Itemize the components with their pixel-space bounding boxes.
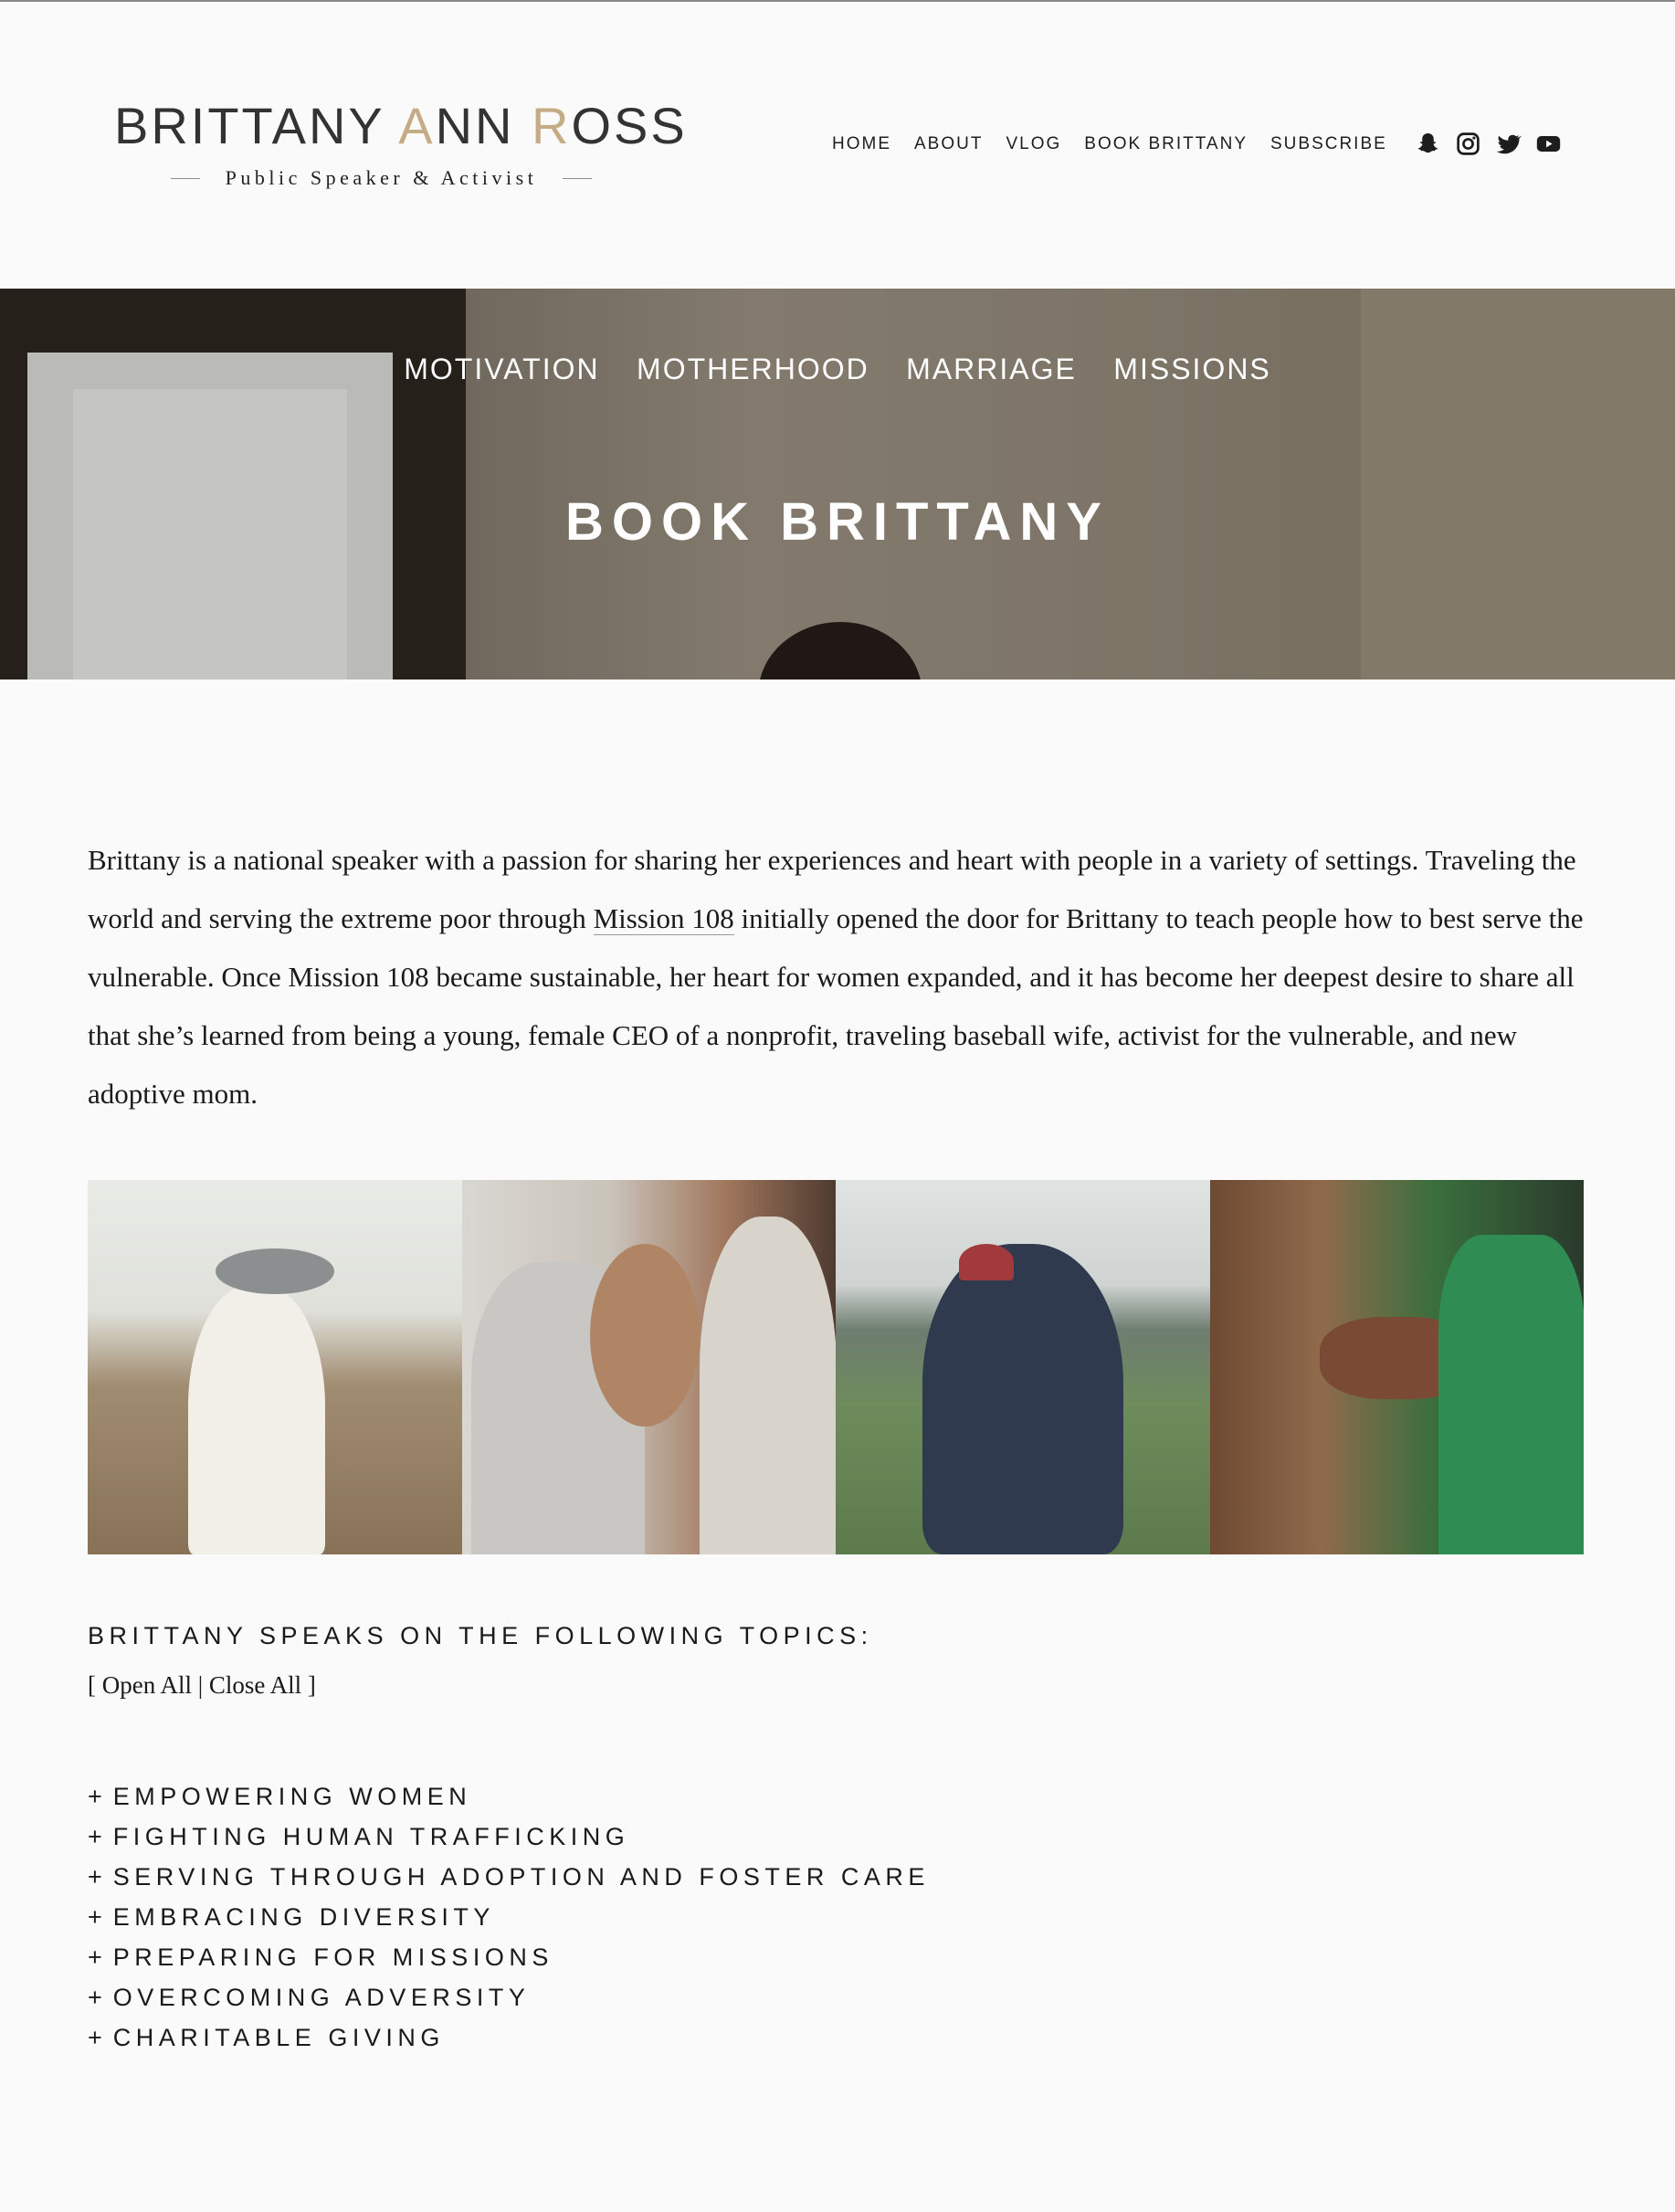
mission-108-link[interactable]: Mission 108 (593, 902, 734, 935)
topic-empowering-women[interactable]: + EMPOWERING WOMEN (88, 1776, 930, 1817)
topic-overcoming-adversity[interactable]: + OVERCOMING ADVERSITY (88, 1977, 930, 2017)
top-border (0, 0, 1675, 2)
hero-overlay (0, 289, 1675, 679)
photo-child (1438, 1235, 1584, 1554)
category-motherhood[interactable]: MOTHERHOOD (637, 353, 869, 385)
hero-banner: MOTIVATION MOTHERHOOD MARRIAGE MISSIONS … (0, 289, 1675, 679)
nav-vlog[interactable]: VLOG (1006, 134, 1061, 154)
photo-hat (216, 1248, 334, 1294)
category-missions[interactable]: MISSIONS (1113, 353, 1270, 385)
gallery-photo-hands-with-child (1209, 1180, 1584, 1554)
gallery-photo-couple-at-ballpark (836, 1180, 1210, 1554)
plus-icon: + (88, 1984, 102, 2011)
category-links: MOTIVATION MOTHERHOOD MARRIAGE MISSIONS (0, 353, 1675, 386)
nav-about[interactable]: ABOUT (914, 134, 983, 154)
topic-embracing-diversity[interactable]: + EMBRACING DIVERSITY (88, 1897, 930, 1937)
page-title: BOOK BRITTANY (564, 492, 1110, 552)
open-all-link[interactable]: Open All (102, 1671, 192, 1699)
plus-icon: + (88, 2024, 102, 2051)
topics-heading: BRITTANY SPEAKS ON THE FOLLOWING TOPICS: (88, 1622, 873, 1649)
topic-fighting-human-trafficking[interactable]: + FIGHTING HUMAN TRAFFICKING (88, 1817, 930, 1857)
plus-icon: + (88, 1863, 102, 1891)
youtube-icon[interactable] (1535, 131, 1562, 157)
photo-couple (922, 1244, 1123, 1554)
plus-icon: + (88, 1903, 102, 1931)
logo-tagline: Public Speaker & Activist (225, 166, 538, 189)
topics-toggle: [ Open All | Close All ] (88, 1671, 316, 1699)
nav-book-brittany[interactable]: BOOK BRITTANY (1084, 134, 1248, 154)
photo-gallery (88, 1180, 1584, 1554)
main-nav: HOME ABOUT VLOG BOOK BRITTANY SUBSCRIBE (832, 131, 1562, 157)
logo-dash-right (563, 177, 593, 179)
nav-subscribe[interactable]: SUBSCRIBE (1270, 134, 1387, 154)
photo-baby (589, 1244, 700, 1427)
photo-cap (959, 1244, 1014, 1280)
photo-mother (699, 1217, 836, 1554)
site-logo[interactable]: BRITTANY ANN ROSS Public Speaker & Activ… (114, 97, 688, 190)
gallery-photo-woman-in-field (88, 1180, 462, 1554)
nav-home[interactable]: HOME (832, 134, 891, 154)
topic-adoption-foster-care[interactable]: + SERVING THROUGH ADOPTION AND FOSTER CAR… (88, 1857, 930, 1897)
topics-list: + EMPOWERING WOMEN + FIGHTING HUMAN TRAFFI… (88, 1776, 930, 2058)
plus-icon: + (88, 1783, 102, 1810)
photo-figure (188, 1285, 325, 1554)
instagram-icon[interactable] (1455, 131, 1481, 157)
logo-subtitle: Public Speaker & Activist (114, 166, 648, 190)
close-all-link[interactable]: Close All (209, 1671, 301, 1699)
logo-name: BRITTANY ANN ROSS (114, 97, 688, 154)
plus-icon: + (88, 1823, 102, 1850)
topic-charitable-giving[interactable]: + CHARITABLE GIVING (88, 2017, 930, 2058)
topic-preparing-for-missions[interactable]: + PREPARING FOR MISSIONS (88, 1937, 930, 1977)
gallery-photo-family-with-baby (461, 1180, 836, 1554)
category-motivation[interactable]: MOTIVATION (404, 353, 599, 385)
social-links (1415, 131, 1562, 157)
category-marriage[interactable]: MARRIAGE (906, 353, 1077, 385)
twitter-icon[interactable] (1495, 131, 1522, 157)
snapchat-icon[interactable] (1415, 131, 1441, 157)
intro-paragraph: Brittany is a national speaker with a pa… (88, 831, 1595, 1123)
plus-icon: + (88, 1943, 102, 1971)
logo-dash-left (170, 177, 200, 179)
